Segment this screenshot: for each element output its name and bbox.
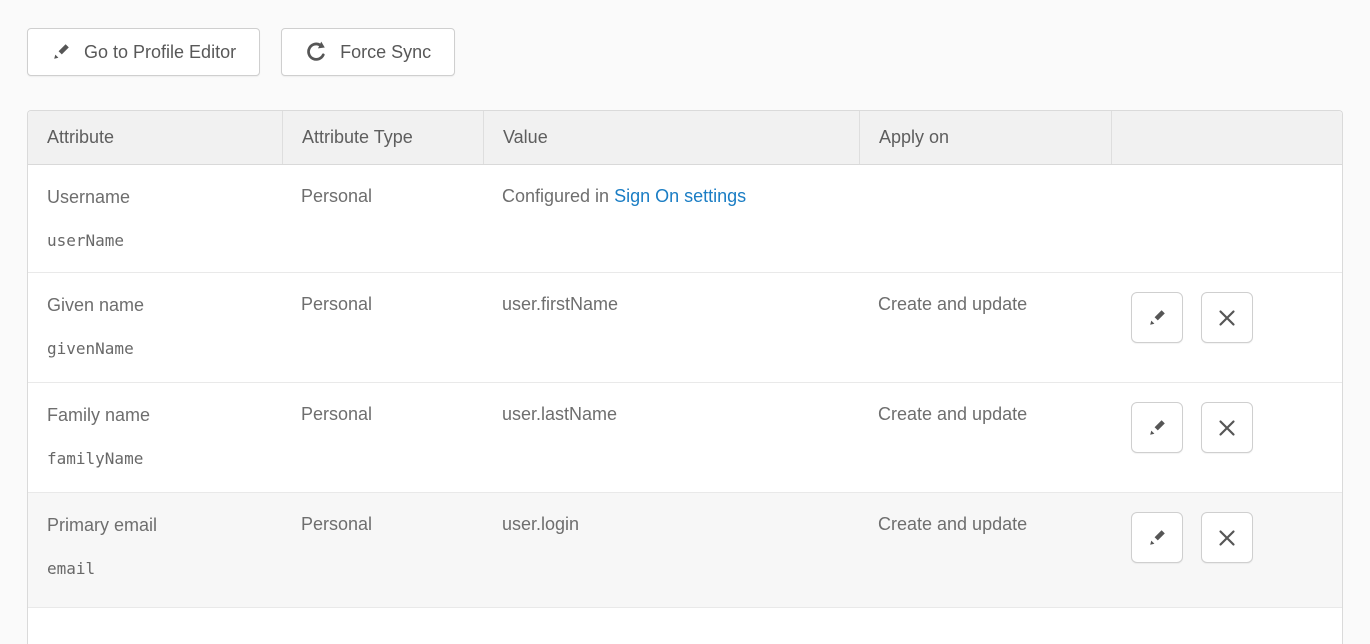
attribute-type-cell: Personal [282, 493, 483, 607]
table-row: Primary email email Personal user.login … [28, 493, 1342, 608]
attribute-label: Family name [47, 404, 270, 426]
apply-on-cell: Create and update [859, 383, 1111, 492]
toolbar: Go to Profile Editor Force Sync [0, 0, 1370, 76]
table-row: Family name familyName Personal user.las… [28, 383, 1342, 493]
attribute-cell: Given name givenName [28, 273, 282, 382]
attribute-variable-name: familyName [47, 449, 270, 469]
actions-cell [1111, 493, 1342, 607]
x-icon [1217, 528, 1237, 548]
attribute-cell: Username userName [28, 165, 282, 272]
edit-attribute-button[interactable] [1131, 512, 1183, 563]
column-header-value: Value [483, 111, 859, 164]
attribute-type-cell: Personal [282, 273, 483, 382]
value-text: Configured in [502, 186, 614, 206]
table-header-row: Attribute Attribute Type Value Apply on [28, 111, 1342, 165]
table-row: Given name givenName Personal user.first… [28, 273, 1342, 383]
remove-attribute-button[interactable] [1201, 292, 1253, 343]
pencil-icon [1147, 308, 1167, 328]
value-cell: user.firstName [483, 273, 859, 382]
attribute-cell: Family name familyName [28, 383, 282, 492]
refresh-icon [305, 41, 327, 63]
x-icon [1217, 418, 1237, 438]
remove-attribute-button[interactable] [1201, 512, 1253, 563]
value-cell: user.login [483, 493, 859, 607]
sign-on-settings-link[interactable]: Sign On settings [614, 186, 746, 206]
attribute-type-cell: Personal [282, 165, 483, 272]
attribute-variable-name: givenName [47, 339, 270, 359]
attribute-cell: Primary email email [28, 493, 282, 607]
value-cell: user.lastName [483, 383, 859, 492]
pencil-icon [1147, 418, 1167, 438]
attribute-label: Primary email [47, 514, 270, 536]
value-cell: Configured in Sign On settings [483, 165, 859, 272]
actions-cell [1111, 273, 1342, 382]
remove-attribute-button[interactable] [1201, 402, 1253, 453]
attribute-label: Username [47, 186, 270, 208]
pencil-icon [51, 42, 71, 62]
x-icon [1217, 308, 1237, 328]
column-header-actions [1111, 111, 1342, 164]
force-sync-button[interactable]: Force Sync [281, 28, 455, 76]
edit-attribute-button[interactable] [1131, 402, 1183, 453]
attribute-mapping-table: Attribute Attribute Type Value Apply on … [27, 110, 1343, 644]
table-row [28, 608, 1342, 644]
edit-attribute-button[interactable] [1131, 292, 1183, 343]
attribute-label: Given name [47, 294, 270, 316]
actions-cell [1111, 165, 1342, 272]
attribute-variable-name: email [47, 559, 270, 579]
column-header-attribute-type: Attribute Type [282, 111, 483, 164]
actions-cell [1111, 383, 1342, 492]
pencil-icon [1147, 528, 1167, 548]
go-to-profile-editor-label: Go to Profile Editor [84, 42, 236, 63]
apply-on-cell: Create and update [859, 493, 1111, 607]
column-header-apply-on: Apply on [859, 111, 1111, 164]
apply-on-cell [859, 165, 1111, 272]
force-sync-label: Force Sync [340, 42, 431, 63]
go-to-profile-editor-button[interactable]: Go to Profile Editor [27, 28, 260, 76]
apply-on-cell: Create and update [859, 273, 1111, 382]
column-header-attribute: Attribute [28, 111, 282, 164]
attribute-variable-name: userName [47, 231, 270, 251]
attribute-type-cell: Personal [282, 383, 483, 492]
table-row: Username userName Personal Configured in… [28, 165, 1342, 273]
